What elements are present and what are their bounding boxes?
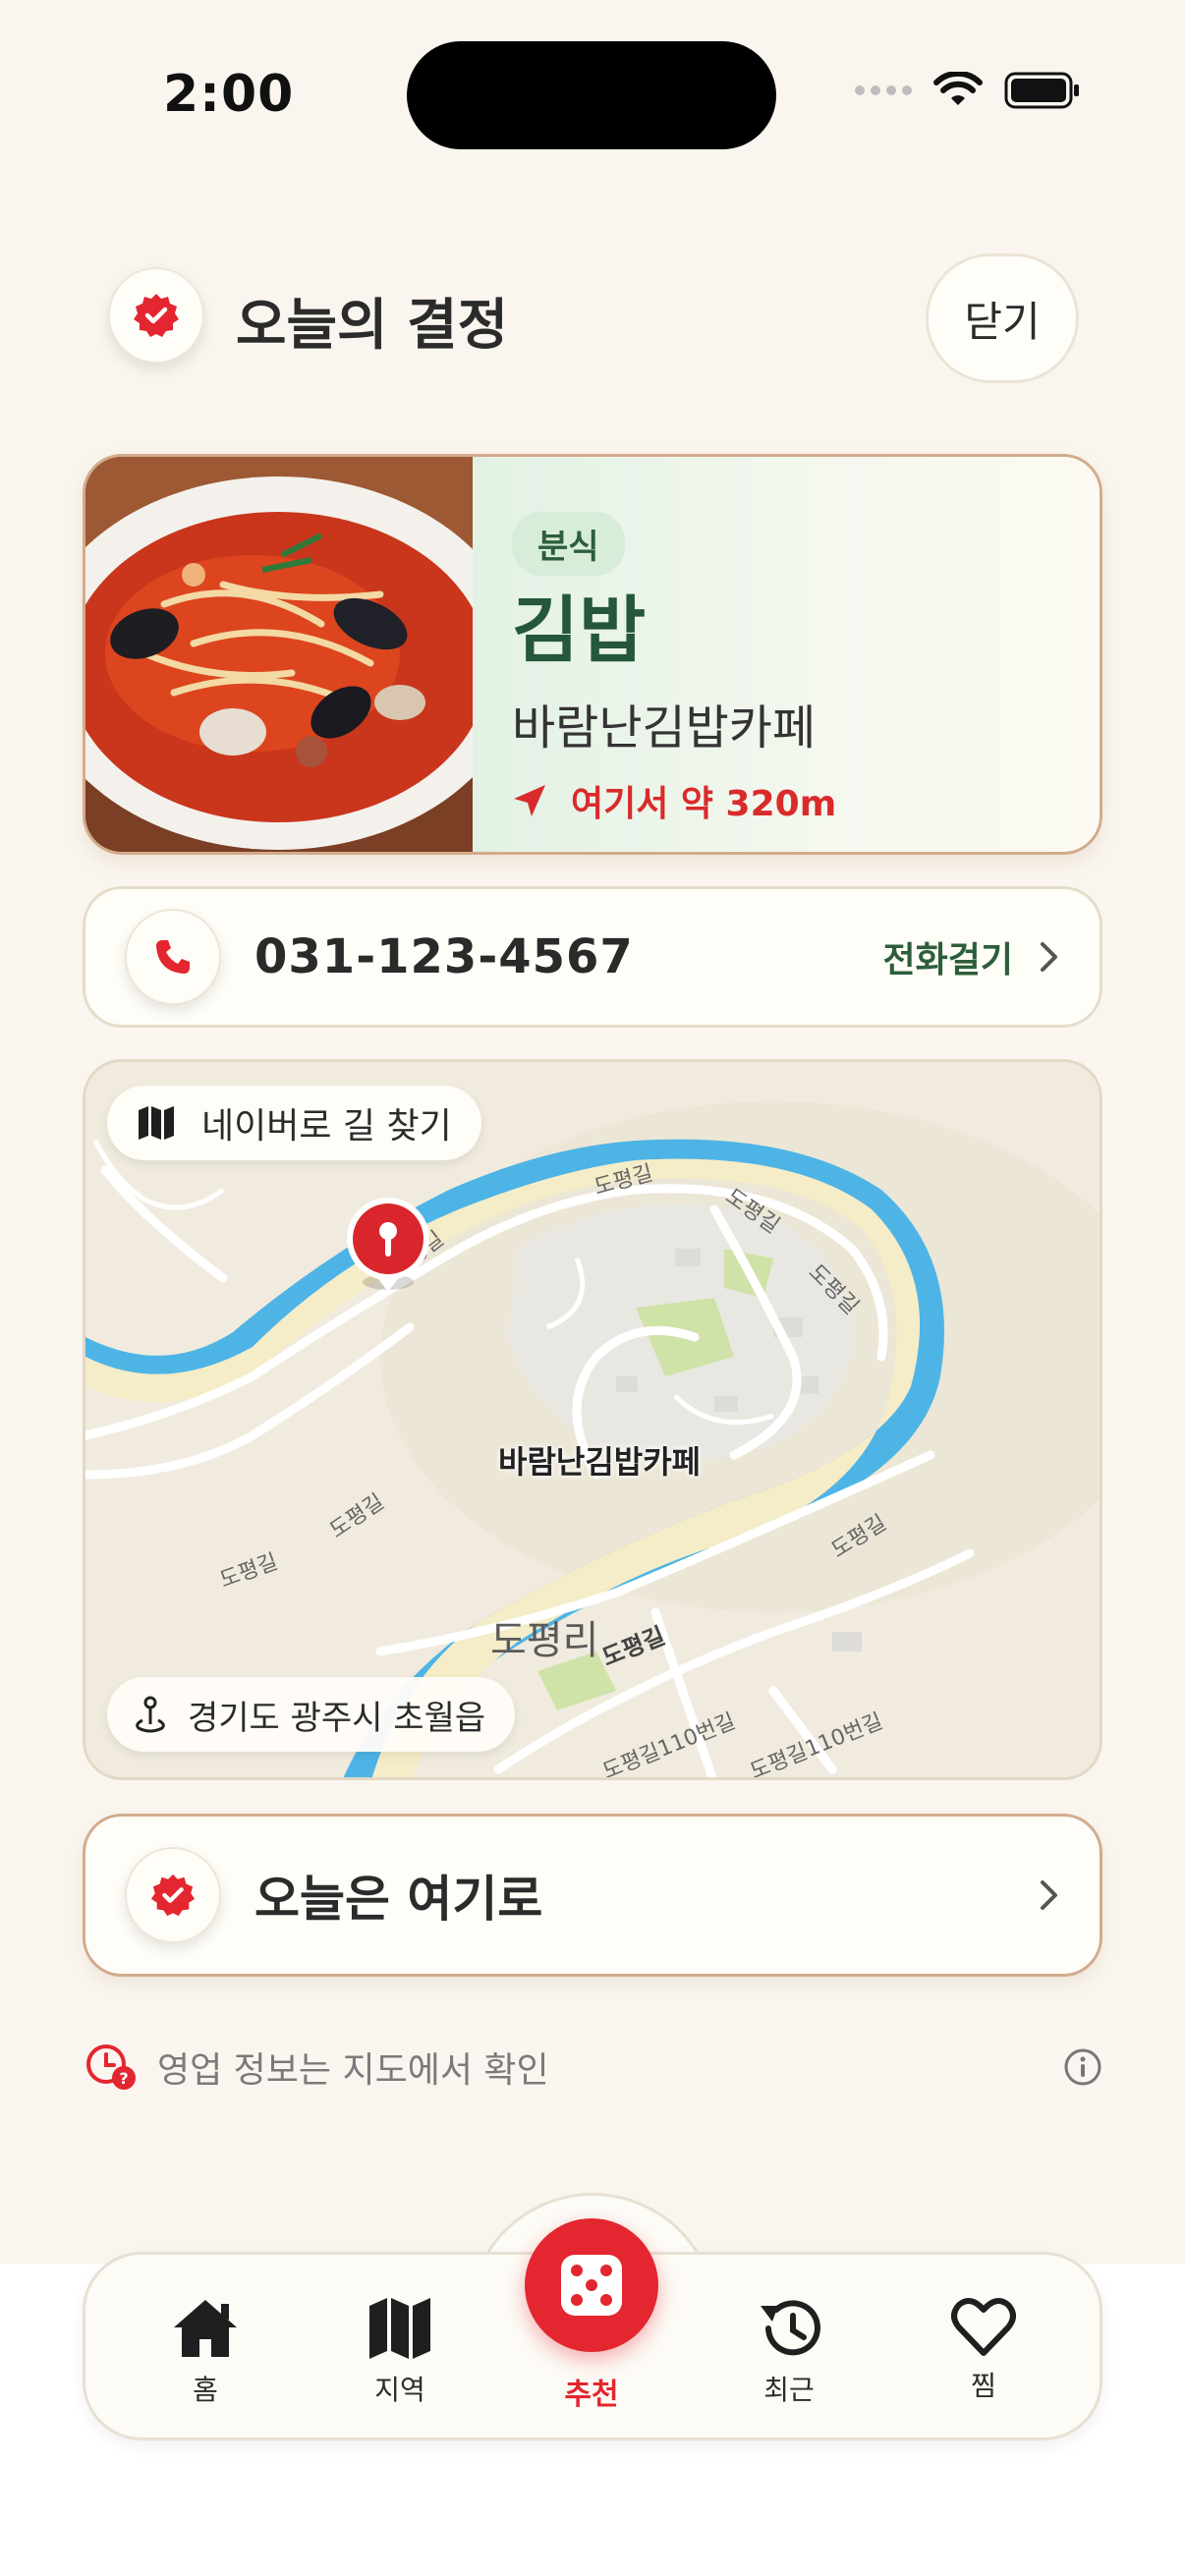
battery-icon (1004, 72, 1079, 109)
house-icon (174, 2300, 237, 2357)
menu-name: 김밥 (512, 588, 647, 673)
food-photo (85, 457, 524, 852)
naver-directions-button[interactable]: 네이버로 길 찾기 (107, 1086, 481, 1160)
clock-question-icon: ? (86, 2044, 136, 2090)
tab-recommend-label: 추천 (564, 2378, 619, 2412)
status-time: 2:00 (163, 65, 295, 124)
verified-badge-icon (108, 267, 204, 364)
go-here-label: 오늘은 여기로 (254, 1871, 543, 1928)
tab-region-label: 지역 (374, 2374, 425, 2406)
status-icons (855, 69, 1081, 112)
history-icon (761, 2300, 820, 2356)
go-here-button[interactable]: 오늘은 여기로 (83, 1814, 1102, 1977)
close-button[interactable]: 닫기 (926, 253, 1079, 383)
tab-favorites[interactable]: 찜 (905, 2296, 1062, 2404)
naver-directions-label: 네이버로 길 찾기 (201, 1106, 452, 1147)
phone-number: 031-123-4567 (254, 929, 634, 984)
pin-label: 바람난김밥카페 (498, 1443, 702, 1481)
business-info-text: 영업 정보는 지도에서 확인 (157, 2050, 549, 2091)
chevron-right-icon (1041, 1880, 1057, 1910)
restaurant-card[interactable]: 분식 김밥 바람난김밥카페 여기서 약 320m (83, 454, 1102, 855)
wifi-icon (933, 72, 983, 105)
page-title: 오늘의 결정 (236, 294, 509, 358)
tab-recommend[interactable] (525, 2218, 658, 2352)
dynamic-island (407, 41, 776, 149)
location-marker-icon (136, 1696, 165, 1733)
cellular-signal-icon (855, 85, 912, 95)
chevron-right-icon (1041, 942, 1057, 972)
tab-recent[interactable]: 최근 (710, 2296, 868, 2408)
phone-card[interactable]: 031-123-4567 전화걸기 (83, 886, 1102, 1028)
verified-badge-icon (125, 1847, 221, 1943)
svg-text:?: ? (119, 2069, 128, 2088)
tab-region[interactable]: 지역 (321, 2296, 479, 2408)
area-label: 도평리 (490, 1618, 599, 1663)
restaurant-info: 분식 김밥 바람난김밥카페 여기서 약 320m (473, 457, 1100, 852)
tab-home[interactable]: 홈 (127, 2296, 284, 2408)
business-info-row: ? 영업 정보는 지도에서 확인 (85, 2042, 1102, 2093)
info-icon[interactable] (1063, 2047, 1102, 2087)
heart-icon (951, 2298, 1016, 2356)
address-chip: 경기도 광주시 초월읍 (107, 1677, 516, 1752)
tab-home-label: 홈 (193, 2374, 218, 2406)
category-chip: 분식 (512, 512, 625, 576)
map-card[interactable]: 도평길 도평길 도평길 도평길 도평길 도평길 도평길 도평길110번길 도평길… (83, 1059, 1102, 1780)
phone-icon (125, 909, 221, 1005)
location-arrow-icon (514, 785, 545, 817)
tab-recent-label: 최근 (763, 2374, 815, 2406)
distance-text: 여기서 약 320m (571, 784, 837, 825)
tab-favorites-label: 찜 (971, 2370, 996, 2402)
restaurant-name: 바람난김밥카페 (512, 700, 817, 756)
map-icon (369, 2298, 430, 2359)
call-button-label: 전화걸기 (882, 940, 1013, 980)
map-icon (139, 1106, 174, 1140)
dice-icon (561, 2255, 622, 2316)
distance-row: 여기서 약 320m (512, 775, 1100, 826)
address-text: 경기도 광주시 초월읍 (188, 1698, 486, 1738)
map-view[interactable]: 도평길 도평길 도평길 도평길 도평길 도평길 도평길 도평길110번길 도평길… (85, 1062, 1102, 1780)
